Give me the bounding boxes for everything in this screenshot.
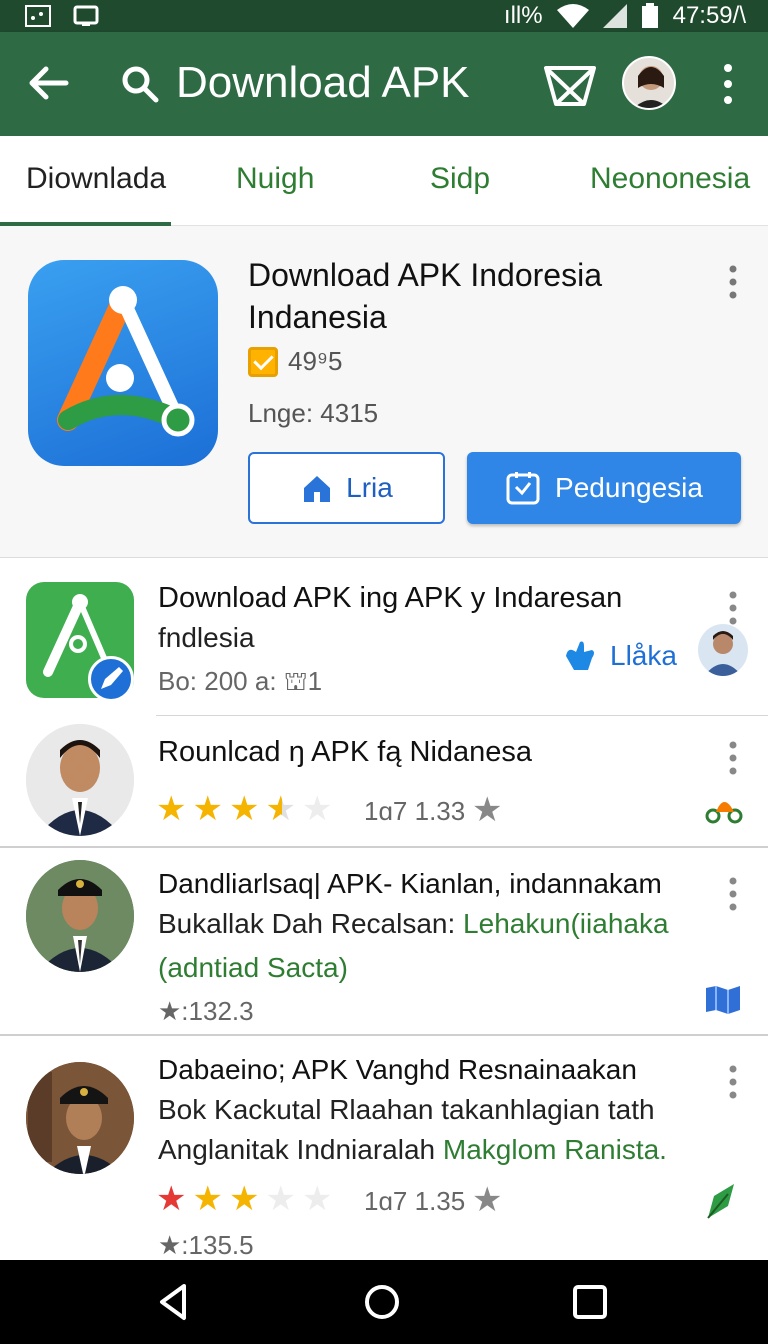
- rating-count: 1ɑ7 1.33: [364, 796, 466, 826]
- featured-app-title: Download APK Indoresia Indanesia: [248, 257, 602, 335]
- item-more-icon[interactable]: [726, 590, 740, 626]
- signal-text: ıll%: [503, 2, 543, 29]
- wifi-icon: [556, 4, 589, 28]
- description-text: Bukallak Dah Recalsan:: [158, 908, 464, 939]
- tab-sidp[interactable]: Sidp: [430, 162, 490, 196]
- featured-rating: 49⁹5: [248, 346, 343, 377]
- item-title: Rounlcad ŋ APK fą Nidanesa: [158, 736, 533, 768]
- back-arrow-icon[interactable]: [26, 60, 72, 106]
- more-vert-icon[interactable]: [716, 62, 740, 106]
- status-bar: ıll% 47:59/\: [0, 0, 768, 32]
- item-more-icon[interactable]: [726, 876, 740, 912]
- rocket-badge-icon: [88, 656, 134, 702]
- star-icon: ★: [156, 1180, 187, 1218]
- star-icon: ★: [228, 790, 260, 828]
- item-description: Anglanitak Indniaralah Makglom Ranista.: [158, 1134, 667, 1166]
- star-icon: ★: [228, 1180, 260, 1218]
- map-icon: [706, 986, 740, 1014]
- item-title: Dabaeino; APK Vanghd Resnainaakan: [158, 1054, 637, 1085]
- star-icon: ★: [192, 790, 223, 828]
- half-star-icon: ★: [265, 790, 296, 828]
- item-meta: ★:132.3: [158, 996, 254, 1026]
- item-description: Bukallak Dah Recalsan: Lehakun(iiahaka: [158, 908, 669, 940]
- item-description: Bok Kackutal Rlaahan takanhlagian tath: [158, 1094, 655, 1125]
- featured-subtitle: Lnge: 4315: [248, 398, 379, 428]
- app-logo-icon: [28, 260, 218, 466]
- item-more-icon[interactable]: [726, 740, 740, 776]
- basket-icon[interactable]: [542, 60, 598, 110]
- description-link[interactable]: Makglom Ranista.: [443, 1134, 667, 1165]
- leaf-icon: [707, 1184, 734, 1219]
- scooter-icon: [705, 802, 743, 824]
- back-nav-icon[interactable]: [154, 1282, 194, 1322]
- list-item[interactable]: Dandliarlsaq| APK- Kianlan, indannakam B…: [0, 848, 768, 1036]
- lria-button-label: Lria: [346, 472, 393, 503]
- list-item[interactable]: Rounlcad ŋ APK fą Nidanesa ★ ★ ★ ★ ★ 1ɑ7…: [0, 716, 768, 848]
- user-avatar: [26, 860, 134, 972]
- rating-count: 1ɑ7 1.35: [364, 1186, 466, 1216]
- star-rating: ★ ★ ★ ★ ★: [156, 792, 332, 826]
- tab-bar: Diownlada Nuigh Sidp Neononesia: [0, 136, 768, 226]
- user-avatar: [26, 1062, 134, 1174]
- star-icon: ★: [156, 790, 187, 828]
- star-rating: ★ ★ ★ ★ ★: [156, 1182, 332, 1216]
- item-meta: Bo: 200 a: ⛫1: [158, 666, 323, 696]
- search-icon[interactable]: [120, 64, 160, 104]
- user-avatar[interactable]: [698, 624, 748, 676]
- star-icon: ★: [192, 1180, 223, 1218]
- item-subtitle: fndlesia: [158, 622, 255, 653]
- screen-notification-icon: [73, 5, 99, 26]
- cell-signal-icon: [602, 4, 627, 28]
- grey-star-icon: ★: [472, 1181, 503, 1219]
- item-more-icon[interactable]: [726, 1064, 740, 1100]
- featured-more-icon[interactable]: [726, 264, 740, 304]
- tab-nuigh[interactable]: Nuigh: [236, 162, 314, 196]
- pedungesia-button[interactable]: Pedungesia: [467, 452, 741, 524]
- user-avatar: [26, 724, 134, 836]
- user-avatar[interactable]: [622, 56, 676, 110]
- hand-icon: [566, 641, 594, 670]
- empty-star-icon: ★: [301, 790, 333, 828]
- list-item[interactable]: Dabaeino; APK Vanghd Resnainaakan Bok Ka…: [0, 1036, 768, 1260]
- like-action-label: Llåka: [610, 640, 677, 671]
- description-text: Anglanitak Indniaralah: [158, 1134, 443, 1165]
- home-nav-icon[interactable]: [362, 1282, 402, 1322]
- like-action[interactable]: Llåka: [562, 638, 677, 674]
- featured-rating-value: 49⁹5: [288, 346, 343, 376]
- tab-neononesia[interactable]: Neononesia: [590, 162, 750, 196]
- image-notification-icon: [25, 5, 51, 27]
- featured-app-card[interactable]: Download APK Indoresia Indanesia 49⁹5 Ln…: [0, 226, 768, 558]
- description-link[interactable]: (adntiad Sacta): [158, 952, 348, 984]
- item-title: Download APK ing APK y Indaresan: [158, 582, 623, 614]
- empty-star-icon: ★: [301, 1180, 333, 1218]
- app-title: Download APK: [176, 58, 470, 107]
- system-nav-bar: [0, 1260, 768, 1344]
- grey-star-icon: ★: [472, 791, 503, 829]
- list-item[interactable]: Download APK ing APK y Indaresan fndlesi…: [0, 560, 768, 716]
- clock: 47:59/\: [672, 2, 746, 29]
- item-meta: ★:135.5: [158, 1230, 254, 1260]
- pedungesia-button-label: Pedungesia: [555, 472, 703, 503]
- battery-icon: [641, 3, 658, 28]
- empty-star-icon: ★: [265, 1180, 296, 1218]
- lria-button[interactable]: Lria: [248, 452, 445, 524]
- verified-check-icon: [248, 346, 278, 377]
- tab-diownlada[interactable]: Diownlada: [26, 162, 166, 196]
- app-bar: Download APK: [0, 32, 768, 136]
- item-title: Dandliarlsaq| APK- Kianlan, indannakam: [158, 868, 662, 899]
- description-link[interactable]: Lehakun(iiahaka: [463, 908, 669, 939]
- recents-nav-icon[interactable]: [570, 1282, 610, 1322]
- home-icon: [304, 476, 331, 502]
- install-box-icon: [506, 472, 540, 505]
